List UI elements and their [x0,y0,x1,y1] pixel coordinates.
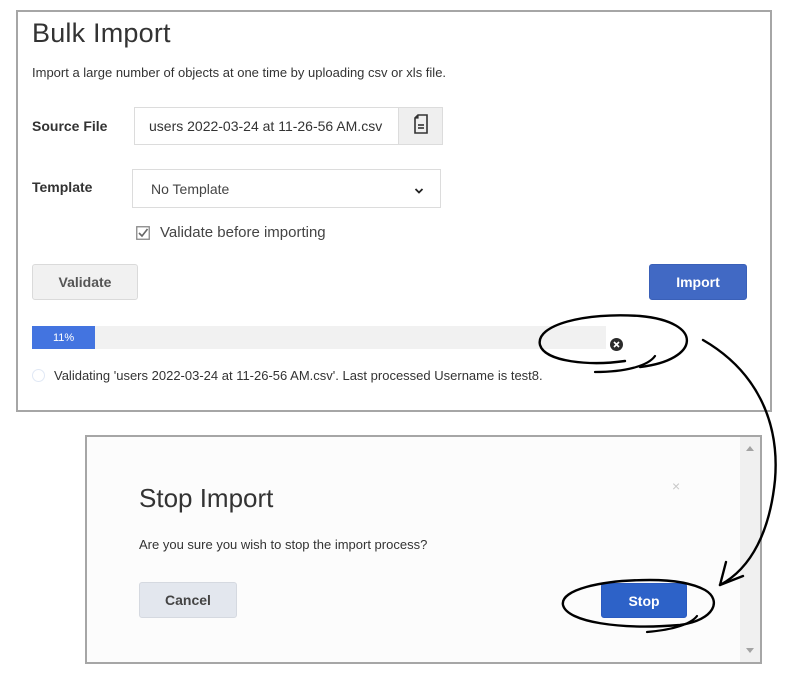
stop-import-dialog: Stop Import × Are you sure you wish to s… [85,435,762,664]
file-icon [413,113,429,139]
spinner-icon [32,369,45,382]
dialog-message: Are you sure you wish to stop the import… [139,537,428,552]
import-progress-bar: 11% [32,326,606,349]
dialog-title: Stop Import [139,483,274,513]
close-icon[interactable]: × [672,478,680,494]
cancel-button[interactable]: Cancel [139,582,237,618]
chevron-down-icon [414,182,424,198]
close-circle-icon[interactable] [610,338,623,351]
scroll-up-arrow-icon[interactable] [746,446,754,451]
bulk-import-panel: Bulk Import Import a large number of obj… [16,10,772,412]
status-text: Validating 'users 2022-03-24 at 11-26-56… [54,368,543,383]
source-file-input[interactable]: users 2022-03-24 at 11-26-56 AM.csv [134,107,399,145]
template-label: Template [32,179,93,195]
checkbox-checked-icon[interactable] [136,225,150,240]
template-selected-value: No Template [151,181,230,197]
validate-before-importing-checkbox[interactable]: Validate before importing [136,224,326,241]
browse-file-button[interactable] [398,107,443,145]
page-subtitle: Import a large number of objects at one … [32,65,447,80]
source-file-label: Source File [32,118,108,134]
stop-button[interactable]: Stop [601,583,687,618]
validate-before-importing-label: Validate before importing [160,224,326,241]
status-message: Validating 'users 2022-03-24 at 11-26-56… [32,368,543,383]
import-button[interactable]: Import [649,264,747,300]
scroll-down-arrow-icon[interactable] [746,648,754,653]
dialog-scrollbar[interactable] [740,437,760,662]
validate-button[interactable]: Validate [32,264,138,300]
template-select[interactable]: No Template [132,169,441,208]
page-title: Bulk Import [32,18,171,48]
progress-fill: 11% [32,326,96,349]
